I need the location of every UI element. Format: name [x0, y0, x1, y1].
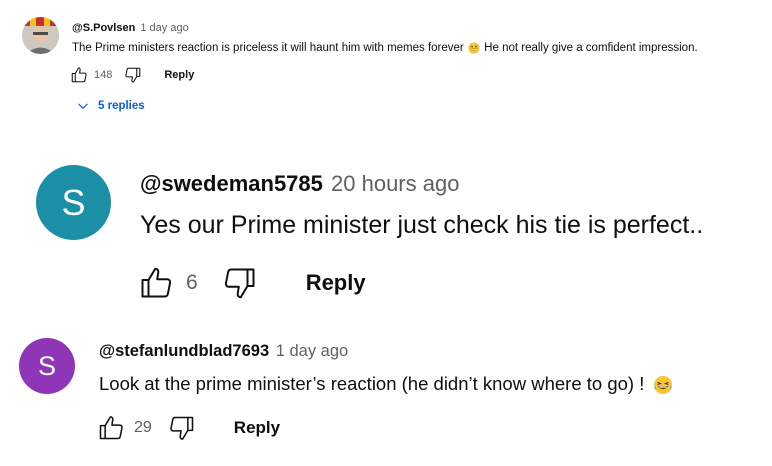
chevron-down-icon — [78, 103, 88, 109]
user-photo-avatar-icon — [22, 17, 59, 54]
like-count: 148 — [94, 69, 113, 81]
comment-text-body: Look at the prime minister’s reaction (h… — [99, 373, 645, 394]
avatar[interactable] — [22, 17, 59, 54]
comment-s-povlsen: @S.Povlsen 1 day ago The Prime ministers… — [0, 0, 772, 120]
comment-text: The Prime ministers reaction is priceles… — [72, 41, 698, 55]
comment-text-part-2: He not really give a comfident impressio… — [484, 42, 698, 54]
thumbs-down-icon — [170, 416, 194, 440]
comment-text: Look at the prime minister’s reaction (h… — [99, 372, 673, 396]
like-button[interactable] — [138, 265, 174, 301]
show-replies-button[interactable]: 5 replies — [76, 98, 145, 114]
comment-swedeman5785: S @swedeman5785 20 hours ago Yes our Pri… — [0, 150, 772, 310]
avatar[interactable]: S — [19, 338, 75, 394]
avatar-letter: S — [61, 181, 86, 223]
dislike-button[interactable] — [124, 66, 142, 84]
grinning-emoji-icon — [468, 42, 480, 54]
like-button[interactable] — [97, 414, 125, 442]
dislike-button[interactable] — [168, 414, 196, 442]
avatar-letter: S — [37, 350, 56, 381]
thumbs-up-icon — [141, 267, 172, 298]
thumbs-up-icon — [71, 67, 87, 83]
reply-button[interactable]: Reply — [164, 69, 194, 81]
reply-button[interactable]: Reply — [234, 418, 280, 438]
dislike-button[interactable] — [222, 265, 258, 301]
comment-author[interactable]: @swedeman5785 — [140, 171, 323, 196]
like-count: 29 — [134, 419, 152, 436]
thumbs-down-icon — [125, 67, 141, 83]
comment-text: Yes our Prime minister just check his ti… — [140, 211, 704, 239]
comment-stefanlundblad7693: S @stefanlundblad7693 1 day ago Look at … — [0, 330, 772, 466]
comment-timestamp[interactable]: 1 day ago — [276, 342, 348, 360]
thumbs-down-icon — [224, 268, 255, 299]
like-count: 6 — [186, 271, 198, 294]
comment-author[interactable]: @stefanlundblad7693 — [99, 342, 269, 360]
thumbs-up-icon — [99, 416, 123, 440]
replies-count-label: 5 replies — [98, 100, 145, 112]
comment-text-part-1: The Prime ministers reaction is priceles… — [72, 42, 464, 54]
comment-timestamp[interactable]: 1 day ago — [140, 22, 188, 34]
avatar[interactable]: S — [36, 165, 111, 240]
comment-timestamp[interactable]: 20 hours ago — [331, 171, 459, 196]
reply-button[interactable]: Reply — [306, 270, 366, 296]
like-button[interactable] — [70, 66, 88, 84]
laughing-tears-emoji-icon — [654, 376, 673, 395]
comment-author[interactable]: @S.Povlsen — [72, 22, 135, 34]
